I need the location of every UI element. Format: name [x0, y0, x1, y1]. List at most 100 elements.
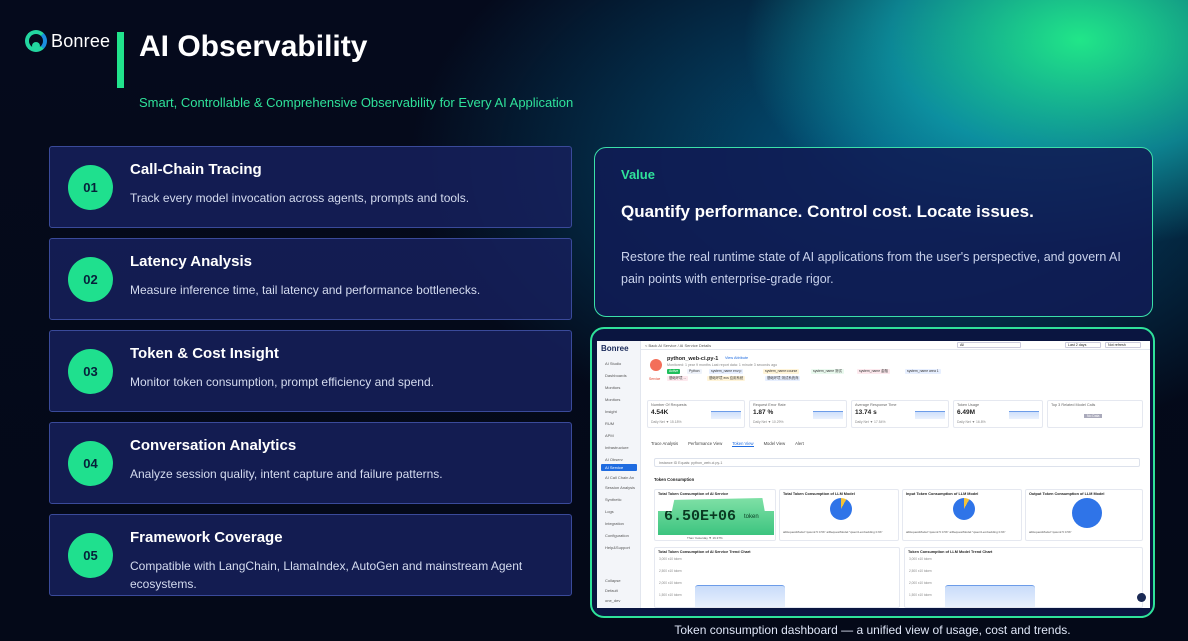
tab-token-view[interactable]: Token View: [732, 441, 754, 447]
output-token-panel: Output Token Consumption of LLM Model ai…: [1025, 489, 1143, 541]
token-total-value-box: 6.50E+06 token: [658, 498, 774, 535]
service-meta: Monitored: 1 year 9 months Last report d…: [667, 363, 778, 367]
feature-description: Measure inference time, tail latency and…: [130, 283, 481, 297]
kpi-label: Token Usage: [957, 403, 980, 407]
feature-card: 01 Call-Chain Tracing Track every model …: [49, 146, 572, 228]
dashboard-tabs: Trace Analysis Performance View Token Vi…: [651, 441, 804, 447]
sidebar-item[interactable]: Help&Support: [601, 544, 637, 551]
sidebar-item[interactable]: Integration: [601, 520, 637, 527]
dashboard-screenshot-frame: Bonree AI Studio Dashboards Monitors Mon…: [590, 327, 1155, 618]
feature-list: 01 Call-Chain Tracing Track every model …: [49, 146, 572, 606]
panel-title: Total Token Consumption of AI Service Tr…: [658, 550, 751, 554]
sidebar-item[interactable]: AI Call Chain An: [601, 474, 637, 481]
sidebar-item[interactable]: AI Observ: [601, 456, 637, 463]
tab-trace-analysis[interactable]: Trace Analysis: [651, 441, 678, 447]
feature-card: 05 Framework Coverage Compatible with La…: [49, 514, 572, 596]
pie-chart: [830, 498, 852, 520]
feature-description: Compatible with LangChain, LlamaIndex, A…: [130, 559, 523, 591]
env-select[interactable]: All: [957, 342, 1021, 348]
service-badge: Service: [649, 377, 661, 381]
value-headline: Quantify performance. Control cost. Loca…: [621, 202, 1034, 221]
feature-description: Track every model invocation across agen…: [130, 191, 470, 205]
kpi-no-data: No Data: [1084, 414, 1103, 418]
title-accent-bar: [117, 32, 124, 88]
kpi-label: Number Of Requests: [651, 403, 687, 407]
token-total-value: 6.50E+06: [664, 508, 737, 525]
panel-title: Total Token Consumption of AI Service: [658, 492, 729, 496]
feature-number: 04: [68, 441, 113, 486]
sidebar-item[interactable]: Configuration: [601, 532, 637, 539]
tag: 基础环境 测试系统商: [765, 376, 801, 381]
page-subtitle: Smart, Controllable & Comprehensive Obse…: [139, 95, 574, 110]
panel-title: Total Token Consumption of LLM Model: [783, 492, 855, 496]
feature-card: 02 Latency Analysis Measure inference ti…: [49, 238, 572, 320]
panel-title: Input Token Consumption of LLM Model: [906, 492, 979, 496]
tag: 基础环境 ...: [667, 376, 689, 381]
value-card: Value Quantify performance. Control cost…: [594, 147, 1153, 317]
filter-input[interactable]: Instance ID Equals: python_web-ci.py-1: [654, 458, 1140, 467]
tag: Python: [687, 369, 702, 374]
sidebar-item[interactable]: Session Analysis: [601, 484, 637, 491]
sidebar-item[interactable]: RUM: [601, 420, 637, 427]
kpi-value: 1.87 %: [753, 409, 774, 416]
sidebar-item[interactable]: AI Studio: [601, 360, 637, 367]
sidebar-user[interactable]: one_dev: [601, 597, 637, 604]
bonree-logo-icon: [25, 30, 47, 52]
tag: 基础环境 ecs 应用系统: [707, 376, 746, 381]
y-tick: 2,500 x10 token: [909, 569, 932, 573]
tag: system_name:course: [763, 369, 800, 374]
tag: system_name 测试: [811, 369, 844, 374]
trend-chart: Token Consumption of LLM Model Trend Cha…: [904, 547, 1143, 608]
service-header: python_web-ci.py-1 View Attribute Monito…: [647, 353, 1143, 389]
kpi-label: Request Error Rate: [753, 403, 786, 407]
sidebar-item[interactable]: Monitors: [601, 396, 637, 403]
trend-area: [945, 585, 1035, 607]
feature-number: 05: [68, 533, 113, 578]
dashboard-logo: Bonree: [601, 344, 629, 353]
dashboard-screenshot: Bonree AI Studio Dashboards Monitors Mon…: [597, 341, 1150, 608]
kpi-sparkline: [1009, 411, 1039, 419]
feature-number: 03: [68, 349, 113, 394]
sidebar-item[interactable]: Insight: [601, 408, 637, 415]
kpi-value: 4.54K: [651, 409, 669, 416]
sidebar-item-active[interactable]: AI Service: [601, 464, 637, 471]
tab-performance-view[interactable]: Performance View: [688, 441, 722, 447]
kpi-card: Token Usage 6.49M Daily Net ▼ 16.8%: [953, 400, 1043, 428]
time-range-select[interactable]: Last 2 days: [1065, 342, 1101, 348]
kpi-value: 13.74 s: [855, 409, 877, 416]
tag: system_name 金融: [857, 369, 890, 374]
sidebar-item[interactable]: Infrastructure: [601, 444, 637, 451]
view-attribute-link[interactable]: View Attribute: [725, 356, 748, 360]
sidebar-item[interactable]: APM: [601, 432, 637, 439]
pie-legend: aiRequestModel:"qwen2.5 0.5b" aiRequestM…: [906, 530, 1006, 534]
y-tick: 3,000 x10 token: [659, 557, 682, 561]
sidebar-workspace[interactable]: Default: [601, 587, 637, 594]
sidebar-item[interactable]: Dashboards: [601, 372, 637, 379]
feature-title: Token & Cost Insight: [130, 345, 279, 362]
tab-model-view[interactable]: Model View: [764, 441, 786, 447]
tag: system_name env:p: [709, 369, 744, 374]
kpi-sub: Daily Net ▼ 17.54%: [855, 420, 886, 424]
refresh-select[interactable]: Not refresh: [1105, 342, 1141, 348]
kpi-sub: Daily Net ▼ 16.8%: [957, 420, 986, 424]
feature-title: Latency Analysis: [130, 253, 252, 270]
sidebar-collapse[interactable]: Collapse: [601, 577, 637, 584]
input-token-panel: Input Token Consumption of LLM Model aiR…: [902, 489, 1022, 541]
page-title: AI Observability: [139, 30, 368, 63]
panel-title: Output Token Consumption of LLM Model: [1029, 492, 1105, 496]
tag: system_name area 1: [905, 369, 941, 374]
sidebar-item[interactable]: Monitors: [601, 384, 637, 391]
section-title: Token Consumption: [654, 477, 695, 482]
y-tick: 1,500 x10 token: [659, 593, 682, 597]
tag: Active: [667, 369, 681, 374]
feature-card: 03 Token & Cost Insight Monitor token co…: [49, 330, 572, 412]
feature-card: 04 Conversation Analytics Analyze sessio…: [49, 422, 572, 504]
pie-chart: [953, 498, 975, 520]
kpi-sparkline: [915, 411, 945, 419]
tab-alert[interactable]: Alert: [795, 441, 804, 447]
value-body: Restore the real runtime state of AI app…: [621, 250, 1121, 286]
sidebar-item[interactable]: Synthetic: [601, 496, 637, 503]
logo: Bonree: [25, 30, 110, 52]
assistant-bot-icon[interactable]: [1137, 593, 1146, 602]
sidebar-item[interactable]: Logs: [601, 508, 637, 515]
